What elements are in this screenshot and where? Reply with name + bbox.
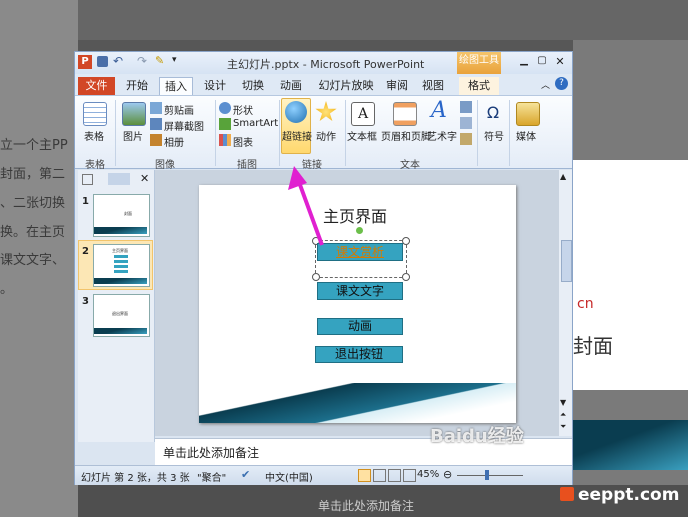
arrow-shaft bbox=[297, 181, 324, 246]
arrow-head-icon bbox=[288, 166, 307, 190]
annotation-arrow bbox=[288, 166, 324, 246]
eeppt-logo-icon bbox=[560, 487, 574, 501]
watermark-baidu-url: jingyan.baidu.com bbox=[432, 446, 525, 457]
watermark-baidu: Baidu经验 bbox=[430, 426, 524, 447]
watermark-eeppt: eeppt.com bbox=[578, 485, 680, 505]
